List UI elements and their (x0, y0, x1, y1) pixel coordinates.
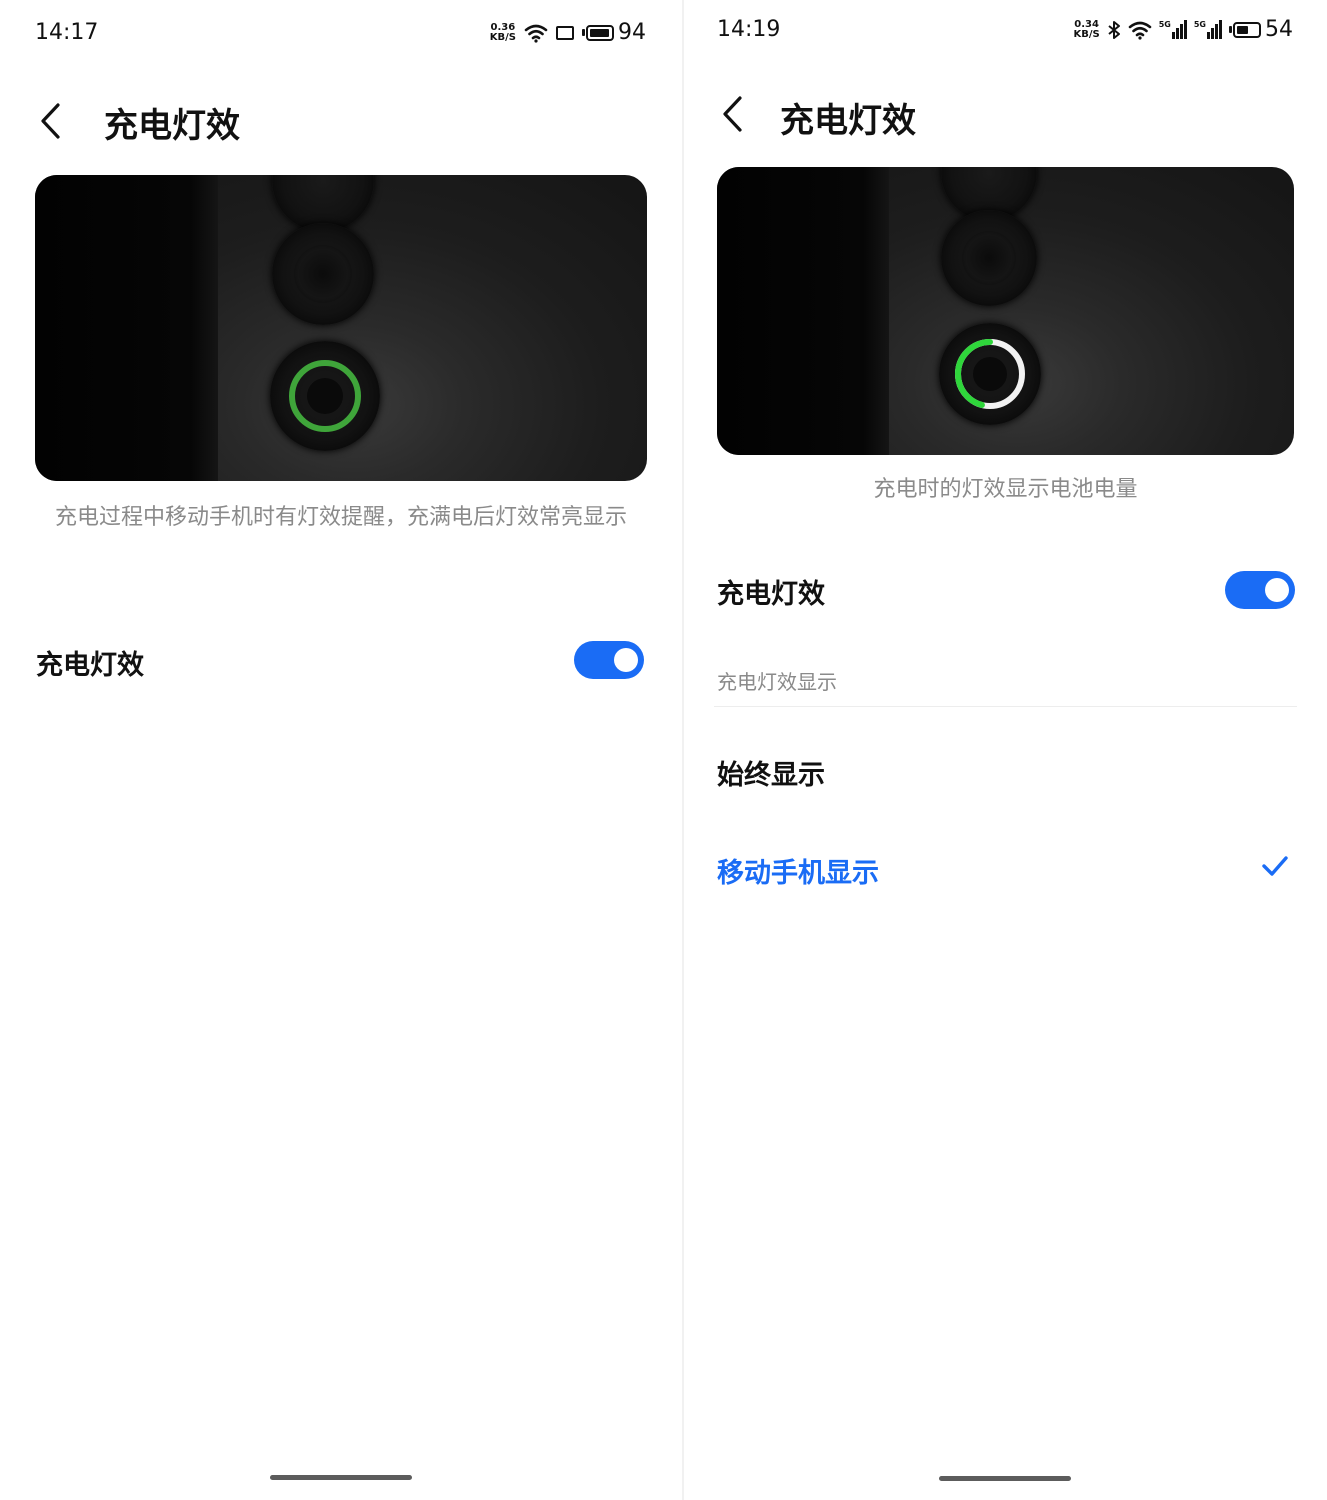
signal-bar (1215, 24, 1218, 39)
charging-light-preview (35, 175, 647, 481)
home-indicator[interactable] (939, 1476, 1071, 1481)
phone-edge (35, 175, 218, 481)
camera-lens (941, 210, 1037, 306)
toggle-knob (1265, 578, 1289, 602)
battery-icon: 54 (1229, 17, 1293, 42)
battery-fill (590, 28, 609, 37)
signal-bar (1183, 20, 1187, 39)
left-screen: 14:17 0.36 KB/S 94 充电灯效 充电过程中移动手机时有灯效提醒，… (0, 0, 682, 1500)
signal-bar (1211, 28, 1214, 39)
sim1-network-type: 5G (1158, 20, 1171, 29)
status-time: 14:19 (717, 17, 781, 42)
sim2-network-type: 5G (1193, 20, 1206, 29)
app-header: 充电灯效 (684, 75, 1327, 155)
battery-shape (586, 24, 614, 41)
status-time: 14:17 (35, 20, 99, 45)
page-title: 充电灯效 (104, 106, 240, 146)
battery-icon: 94 (582, 20, 646, 45)
option-always-show[interactable]: 始终显示 (717, 753, 825, 792)
battery-nub (582, 29, 585, 36)
battery-fill (1237, 25, 1248, 34)
battery-nub (1229, 26, 1232, 33)
toggle-knob (614, 648, 638, 672)
option-show-on-move[interactable]: 移动手机显示 (717, 851, 879, 890)
feature-description: 充电时的灯效显示电池电量 (873, 477, 1138, 502)
network-speed-unit: KB/S (489, 31, 516, 43)
signal-bar (1219, 20, 1222, 39)
signal-bar (1179, 24, 1183, 39)
back-arrow-icon[interactable] (720, 95, 746, 133)
bluetooth-icon (1108, 20, 1120, 39)
signal-icon: 5G (1159, 20, 1187, 39)
phone-edge (717, 167, 889, 455)
camera-lens (272, 223, 374, 325)
charging-ring-icon (955, 339, 1025, 409)
charging-light-label: 充电灯效 (36, 650, 144, 681)
charging-light-label: 充电灯效 (717, 579, 825, 610)
page-title: 充电灯效 (780, 101, 916, 141)
signal-bar (1175, 28, 1179, 39)
network-speed: 0.36 KB/S (489, 21, 516, 43)
network-speed-value: 0.36 (490, 21, 516, 33)
network-speed-unit: KB/S (1073, 28, 1100, 40)
charging-light-toggle[interactable] (574, 641, 644, 679)
charging-light-toggle[interactable] (1225, 571, 1295, 609)
tablet-icon (556, 25, 574, 40)
signal-bar (1171, 32, 1175, 39)
camera-lens-glass (962, 231, 1016, 285)
status-bar: 14:19 0.34 KB/S 5G 5G 54 (684, 0, 1327, 60)
charging-light-preview (717, 167, 1294, 455)
network-speed: 0.34 KB/S (1073, 18, 1100, 40)
battery-percent: 94 (618, 20, 646, 45)
signal-icon: 5G (1194, 20, 1222, 39)
status-bar: 14:17 0.36 KB/S 94 (0, 0, 682, 60)
battery-percent: 54 (1265, 17, 1293, 42)
status-icons: 0.34 KB/S 5G 5G 54 (1073, 17, 1293, 42)
network-speed-value: 0.34 (1074, 18, 1099, 30)
app-header: 充电灯效 (0, 80, 682, 160)
wifi-icon (1128, 21, 1152, 40)
check-icon (1262, 856, 1288, 876)
feature-description: 充电过程中移动手机时有灯效提醒，充满电后灯效常亮显示 (54, 505, 627, 530)
section-title: 充电灯效显示 (717, 670, 837, 694)
wifi-icon (524, 24, 548, 43)
signal-bar (1207, 32, 1210, 39)
home-indicator[interactable] (270, 1475, 412, 1480)
back-arrow-icon[interactable] (38, 102, 64, 140)
battery-shape (1233, 21, 1261, 38)
status-icons: 0.36 KB/S 94 (490, 20, 646, 45)
right-screen: 14:19 0.34 KB/S 5G 5G 54 充电灯效 充电时的灯效显示电池… (684, 0, 1327, 1500)
charging-ring-icon (289, 360, 361, 432)
section-divider (714, 706, 1297, 707)
camera-lens-glass (294, 245, 352, 303)
